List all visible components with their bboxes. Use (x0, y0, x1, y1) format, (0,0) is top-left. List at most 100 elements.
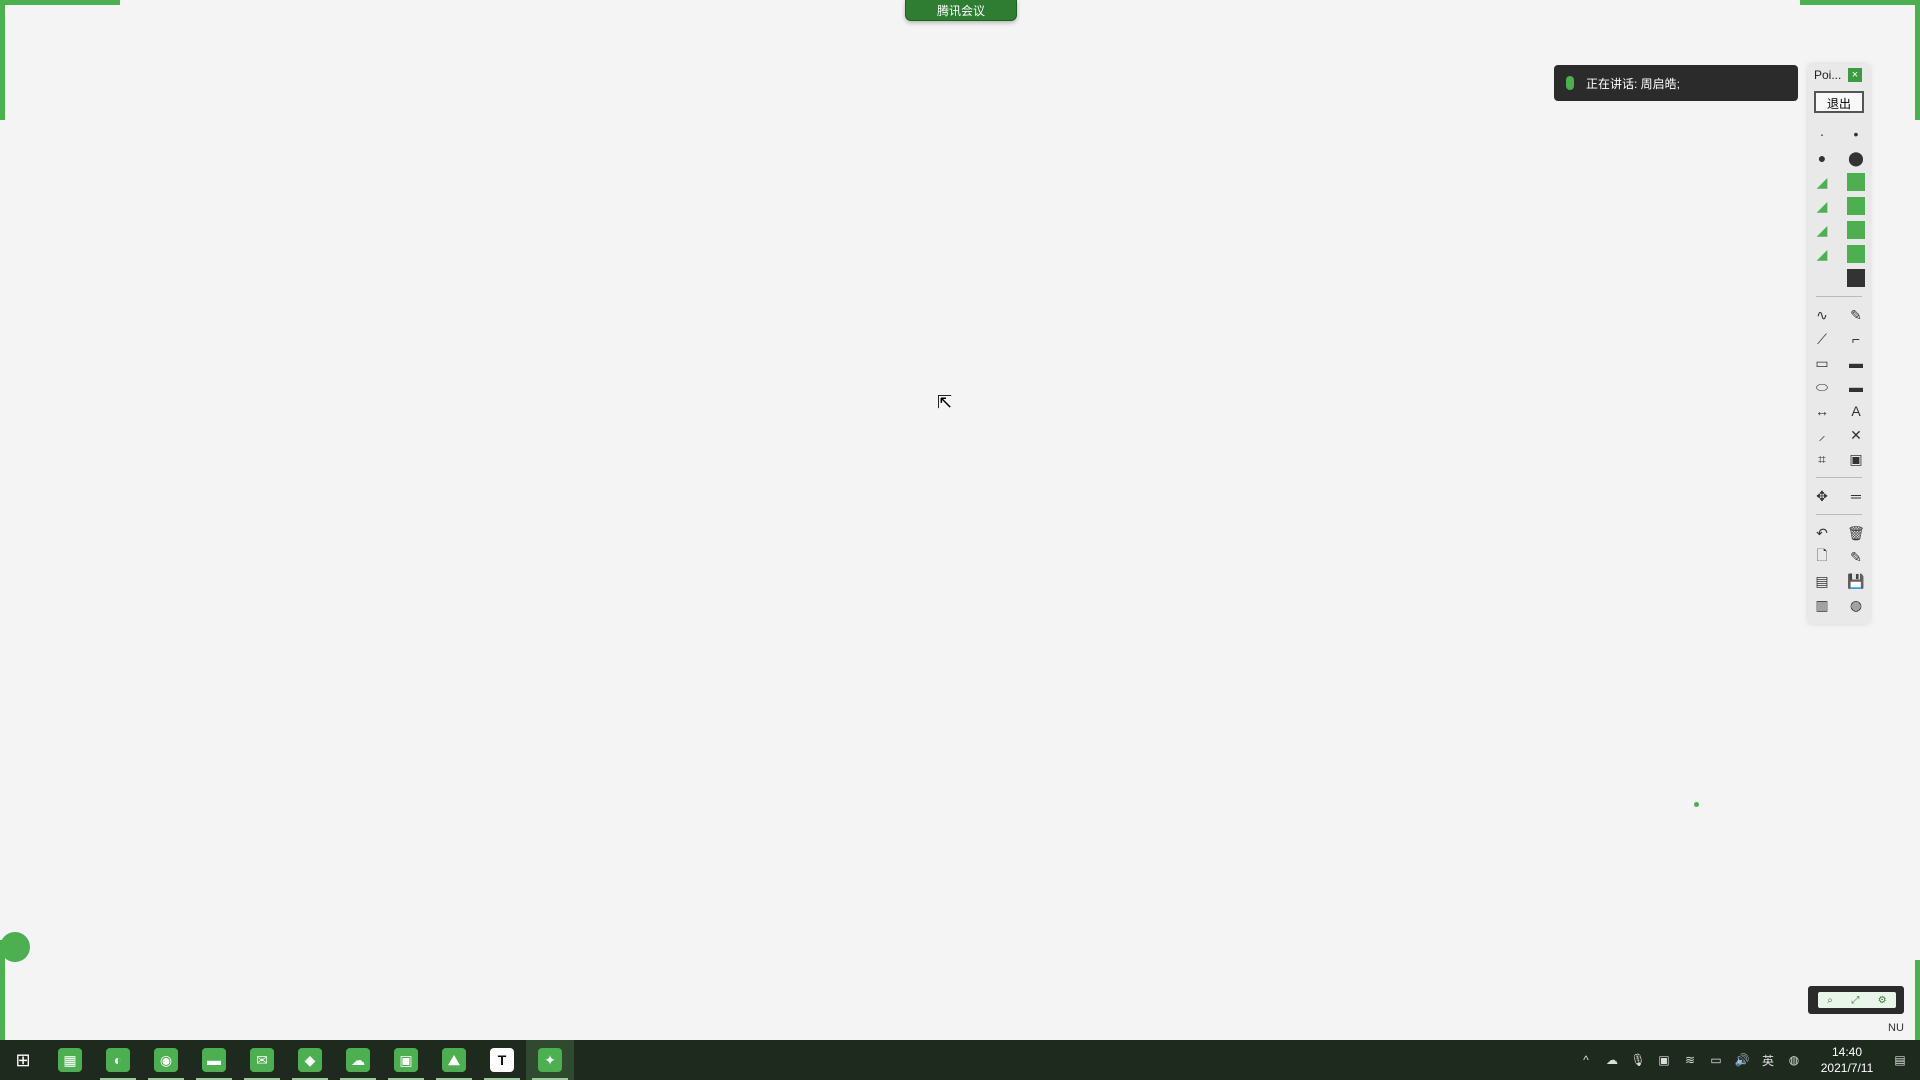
wifi-icon[interactable]: ≋ (1682, 1052, 1698, 1068)
close-icon[interactable]: × (1848, 68, 1862, 82)
toolbar-row: 🗋 ✎ (1812, 545, 1866, 569)
toolbar-tool-icon[interactable]: A (1846, 401, 1866, 421)
toolbar-tool-icon[interactable]: ◍ (1846, 595, 1866, 615)
microphone-tray-icon[interactable]: 🎙 (1630, 1052, 1646, 1068)
toolbar-title: Poi... (1814, 68, 1842, 82)
toolbar-separator (1816, 477, 1862, 478)
image-viewer-app-icon: ▦ (58, 1048, 82, 1072)
toolbar-tool-icon[interactable]: ↔ (1812, 401, 1832, 421)
file-explorer-app-icon: ▬ (202, 1048, 226, 1072)
wechat-tray-icon[interactable]: ☁ (1604, 1052, 1620, 1068)
toolbar-tool-icon[interactable]: ▥ (1812, 595, 1832, 615)
toolbar-tool-icon[interactable] (1812, 268, 1832, 288)
toolbar-tool-icon[interactable]: 💾 (1846, 571, 1866, 591)
toolbar-tool-icon[interactable]: ⌗ (1812, 449, 1832, 469)
green-edge-left (0, 0, 5, 120)
shield-app-icon: ◆ (298, 1048, 322, 1072)
toolbar-row: ⬭ ▬ (1812, 375, 1866, 399)
meeting-pill[interactable]: 腾讯会议 (905, 0, 1017, 21)
toolbar-tool-icon[interactable]: ● (1812, 148, 1832, 168)
toolbar-tool-icon[interactable] (1846, 268, 1866, 288)
toolbar-row: ↶ 🗑 (1812, 521, 1866, 545)
toolbar-tool-icon[interactable]: ◢ (1812, 244, 1832, 264)
chrome-app-icon: ◉ (154, 1048, 178, 1072)
toolbar-tool-icon[interactable]: · (1812, 124, 1832, 144)
toolbar-tool-icon[interactable]: ▤ (1812, 571, 1832, 591)
chrome-app[interactable]: ◉ (142, 1040, 190, 1080)
toolbar-tool-icon[interactable]: ✎ (1846, 305, 1866, 325)
clock-date: 2021/7/11 (1820, 1061, 1874, 1075)
clock[interactable]: 14:40 2021/7/11 (1812, 1044, 1882, 1076)
browser-app[interactable]: ◐ (94, 1040, 142, 1080)
file-explorer-app[interactable]: ▬ (190, 1040, 238, 1080)
toolbar-tool-icon[interactable] (1846, 220, 1866, 240)
toolbar-tool-icon[interactable]: ↶ (1812, 523, 1832, 543)
toolbar-tool-icon[interactable]: ⸝ (1812, 425, 1832, 445)
toolbar-tool-icon[interactable]: ◢ (1812, 220, 1832, 240)
windows-start-icon[interactable]: ⊞ (0, 1040, 46, 1080)
toolbar-row: · • (1812, 122, 1866, 146)
toolbar-tool-icon[interactable] (1846, 244, 1866, 264)
mail-app-icon: ✉ (250, 1048, 274, 1072)
toolbar-row: ⸝ ✕ (1812, 423, 1866, 447)
toolbar-tool-icon[interactable]: ▬ (1846, 353, 1866, 373)
security-tray-icon[interactable]: ◍ (1786, 1052, 1802, 1068)
toolbar-tool-icon[interactable]: ═ (1846, 486, 1866, 506)
toolbar-tool-icon[interactable]: ◢ (1812, 172, 1832, 192)
toolbar-tool-icon[interactable]: ⟋ (1812, 329, 1832, 349)
toolbar-row: ● ⬤ (1812, 146, 1866, 170)
toolbar-tool-icon[interactable]: ✥ (1812, 486, 1832, 506)
num-lock-label: NU (1888, 1022, 1904, 1034)
toolbar-row: ◢ (1812, 218, 1866, 242)
toolbar-tool-icon[interactable]: ✎ (1846, 547, 1866, 567)
mini-control-icon[interactable]: ⚙ (1878, 995, 1887, 1006)
image-viewer-app[interactable]: ▦ (46, 1040, 94, 1080)
color-swatch (1847, 269, 1865, 287)
toolbar-tool-icon[interactable]: 🗑 (1846, 523, 1866, 543)
toolbar-tool-icon[interactable] (1846, 196, 1866, 216)
mail-app[interactable]: ✉ (238, 1040, 286, 1080)
toolbar-tool-icon[interactable]: 🗋 (1812, 547, 1832, 567)
typora-app[interactable]: T (478, 1040, 526, 1080)
toolbar-tools: · • ● ⬤ ◢ ◢ ◢ ◢ ∿ ✎ ⟋ ⌐ ▭ ▬ ⬭ ▬ ↔ A ⸝ ✕ ⌗ ▣ ✥ ═ ↶ 🗑 🗋 ✎ ▤ 💾 ▥ ◍ (1812, 122, 1866, 617)
clock-time: 14:40 (1831, 1045, 1863, 1059)
toolbar-tool-icon[interactable]: ▣ (1846, 449, 1866, 469)
toolbar-row: ∿ ✎ (1812, 303, 1866, 327)
toolbar-row: ⌗ ▣ (1812, 447, 1866, 471)
toolbar-tool-icon[interactable]: • (1846, 124, 1866, 144)
toolbar-row: ▥ ◍ (1812, 593, 1866, 617)
typora-app-icon: T (490, 1048, 514, 1072)
color-swatch (1847, 173, 1865, 191)
meeting-app[interactable]: ✦ (526, 1040, 574, 1080)
shield-app[interactable]: ◆ (286, 1040, 334, 1080)
toolbar-row: ▤ 💾 (1812, 569, 1866, 593)
toolbar-tool-icon[interactable]: ⬤ (1846, 148, 1866, 168)
toolbar-row: ⟋ ⌐ (1812, 327, 1866, 351)
window-app[interactable]: ▣ (382, 1040, 430, 1080)
ime-indicator[interactable]: 英 (1760, 1052, 1776, 1068)
mini-control-buttons: ⌕ ⤢ ⚙ (1818, 992, 1896, 1008)
toolbar-tool-icon[interactable]: ▬ (1846, 377, 1866, 397)
mini-control-icon[interactable]: ⌕ (1827, 995, 1833, 1006)
show-hidden-icons-chevron-icon[interactable]: ^ (1578, 1052, 1594, 1068)
toolbar-tool-icon[interactable] (1846, 172, 1866, 192)
volume-icon[interactable]: 🔊 (1734, 1052, 1750, 1068)
toolbar-row: ▭ ▬ (1812, 351, 1866, 375)
exit-button[interactable]: 退出 (1814, 91, 1864, 113)
toolbar-tool-icon[interactable]: ∿ (1812, 305, 1832, 325)
taskbar: ⊞ ▦ ◐ ◉ ▬ ✉ ◆ ☁ ▣ ⛰ T ✦ ^ ☁ 🎙 ▣ ≋ ▭ 🔊 英 ◍ 14:40 20… (0, 1040, 1920, 1080)
toolbar-tool-icon[interactable]: ◢ (1812, 196, 1832, 216)
toolbar-tool-icon[interactable]: ⬭ (1812, 377, 1832, 397)
mini-control-icon[interactable]: ⤢ (1851, 995, 1859, 1006)
window-app-icon: ▣ (394, 1048, 418, 1072)
toolbar-tool-icon[interactable]: ▭ (1812, 353, 1832, 373)
photos-app[interactable]: ⛰ (430, 1040, 478, 1080)
toolbar-separator (1816, 514, 1862, 515)
color-swatch (1847, 197, 1865, 215)
toolbar-tool-icon[interactable]: ✕ (1846, 425, 1866, 445)
screen-tray-icon[interactable]: ▣ (1656, 1052, 1672, 1068)
wechat-app[interactable]: ☁ (334, 1040, 382, 1080)
battery-icon[interactable]: ▭ (1708, 1052, 1724, 1068)
notification-icon[interactable]: ▤ (1892, 1052, 1908, 1068)
toolbar-tool-icon[interactable]: ⌐ (1846, 329, 1866, 349)
